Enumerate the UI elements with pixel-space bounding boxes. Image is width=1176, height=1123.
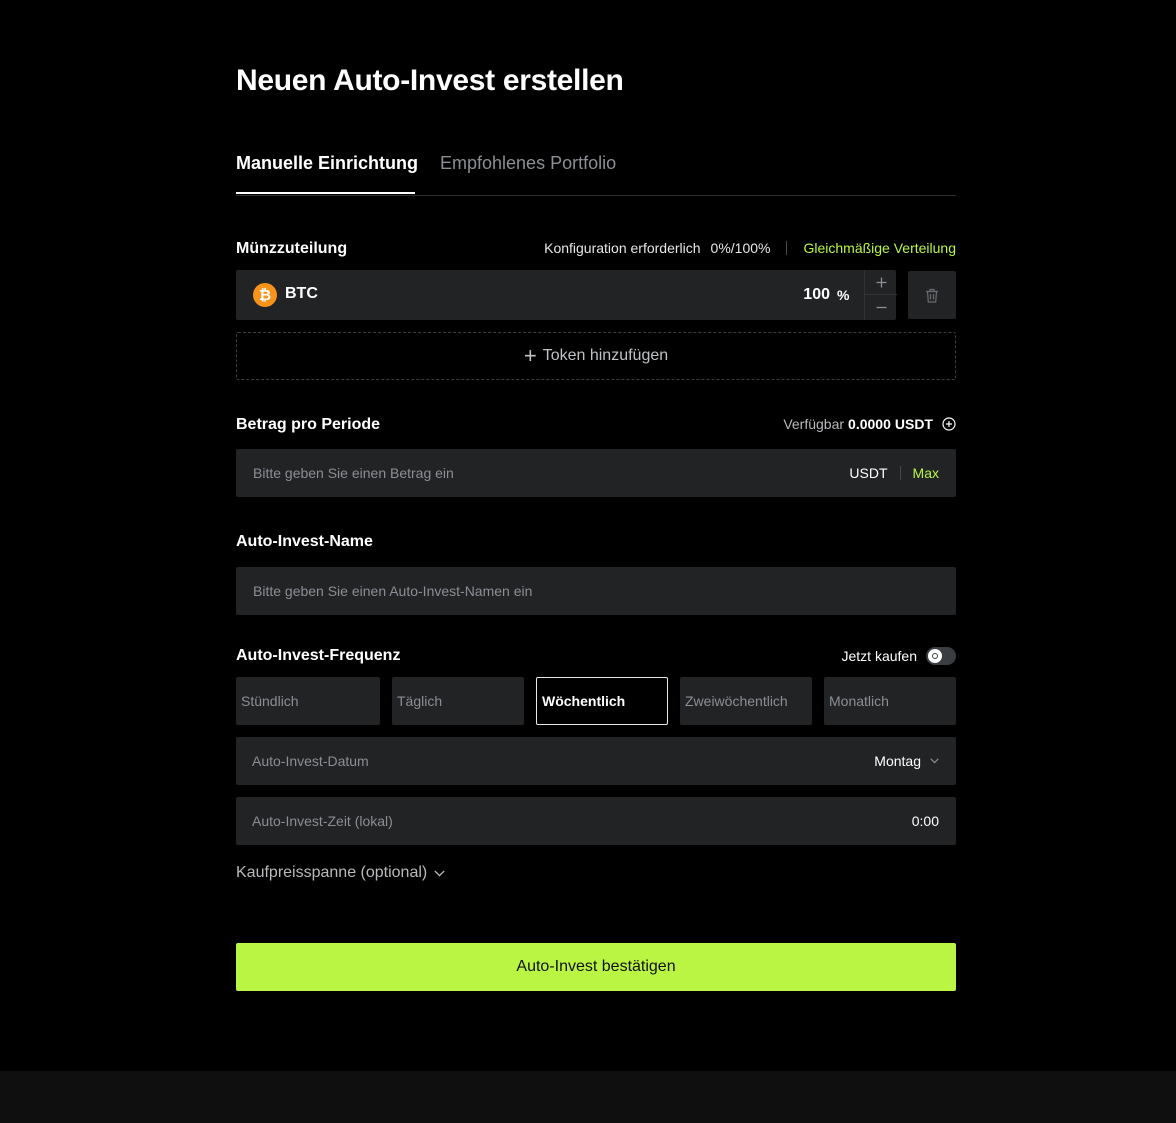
coin-allocation-row: ₿ BTC %	[236, 270, 897, 320]
delete-coin-button[interactable]	[908, 271, 956, 319]
page-title: Neuen Auto-Invest erstellen	[236, 64, 624, 97]
add-token-label: Token hinzufügen	[542, 347, 669, 364]
frequency-label: Auto-Invest-Frequenz	[236, 647, 401, 664]
coin-name: BTC	[285, 285, 318, 302]
frequency-hourly[interactable]: Stündlich	[236, 677, 380, 725]
coin-percent-input[interactable]	[756, 282, 830, 308]
toggle-knob	[928, 649, 942, 663]
auto-invest-name-label: Auto-Invest-Name	[236, 533, 373, 550]
increment-button[interactable]	[865, 270, 897, 295]
available-value: 0.0000	[848, 416, 891, 432]
chevron-down-icon	[434, 869, 445, 877]
percent-unit: %	[837, 287, 850, 303]
plus-icon	[876, 277, 886, 287]
price-range-toggle[interactable]: Kaufpreisspanne (optional)	[236, 864, 445, 882]
config-required-text: Konfiguration erforderlich	[544, 240, 701, 256]
buy-now-label: Jetzt kaufen	[841, 648, 918, 664]
divider	[899, 466, 901, 480]
page: Neuen Auto-Invest erstellen Manuelle Ein…	[0, 0, 1176, 1071]
trash-icon	[926, 288, 938, 303]
add-circle-icon[interactable]	[942, 417, 956, 431]
minus-icon	[876, 306, 886, 309]
invest-date-value-wrap: Montag	[874, 753, 939, 769]
footer-strip	[0, 1071, 1176, 1123]
invest-time-label: Auto-Invest-Zeit (lokal)	[252, 813, 393, 829]
frequency-monthly[interactable]: Monatlich	[824, 677, 956, 725]
buy-now-toggle[interactable]	[926, 647, 956, 665]
add-token-button[interactable]: + Token hinzufügen	[236, 332, 956, 380]
name-input[interactable]	[253, 567, 933, 615]
price-range-label: Kaufpreisspanne (optional)	[236, 864, 428, 881]
buy-now-control: Jetzt kaufen	[841, 647, 956, 665]
invest-date-label: Auto-Invest-Datum	[252, 753, 369, 769]
allocation-status: Konfiguration erforderlich 0%/100% Gleic…	[544, 240, 956, 256]
invest-time-field[interactable]: Auto-Invest-Zeit (lokal) 0:00	[236, 797, 956, 845]
tab-recommended-portfolio[interactable]: Empfohlenes Portfolio	[440, 153, 616, 174]
tab-manual-setup[interactable]: Manuelle Einrichtung	[236, 153, 418, 194]
invest-time-value: 0:00	[911, 813, 939, 829]
bitcoin-icon: ₿	[253, 283, 277, 307]
frequency-biweekly[interactable]: Zweiwöchentlich	[680, 677, 812, 725]
invest-date-select[interactable]: Auto-Invest-Datum Montag	[236, 737, 956, 785]
currency-label: USDT	[849, 465, 888, 481]
invest-date-value: Montag	[874, 753, 921, 769]
amount-per-period-label: Betrag pro Periode	[236, 416, 381, 433]
frequency-weekly[interactable]: Wöchentlich	[536, 677, 668, 725]
amount-field: USDT Max	[236, 449, 956, 497]
setup-tabs: Manuelle Einrichtung Empfohlenes Portfol…	[236, 150, 956, 196]
chevron-down-icon	[930, 758, 939, 764]
divider	[786, 241, 788, 255]
plus-icon: +	[523, 343, 537, 368]
amount-suffix: USDT Max	[849, 449, 939, 497]
decrement-button[interactable]	[865, 295, 897, 320]
available-unit: USDT	[894, 416, 933, 432]
allocation-progress: 0%/100%	[710, 240, 771, 256]
confirm-auto-invest-button[interactable]: Auto-Invest bestätigen	[236, 943, 956, 991]
coin-allocation-label: Münzzuteilung	[236, 240, 348, 257]
amount-input[interactable]	[253, 449, 813, 497]
max-button[interactable]: Max	[913, 465, 939, 481]
available-label: Verfügbar	[783, 416, 845, 432]
even-distribution-link[interactable]: Gleichmäßige Verteilung	[803, 240, 956, 256]
name-field	[236, 567, 956, 615]
available-balance: Verfügbar 0.0000 USDT	[783, 416, 956, 432]
percent-stepper	[864, 270, 897, 320]
frequency-daily[interactable]: Täglich	[392, 677, 524, 725]
